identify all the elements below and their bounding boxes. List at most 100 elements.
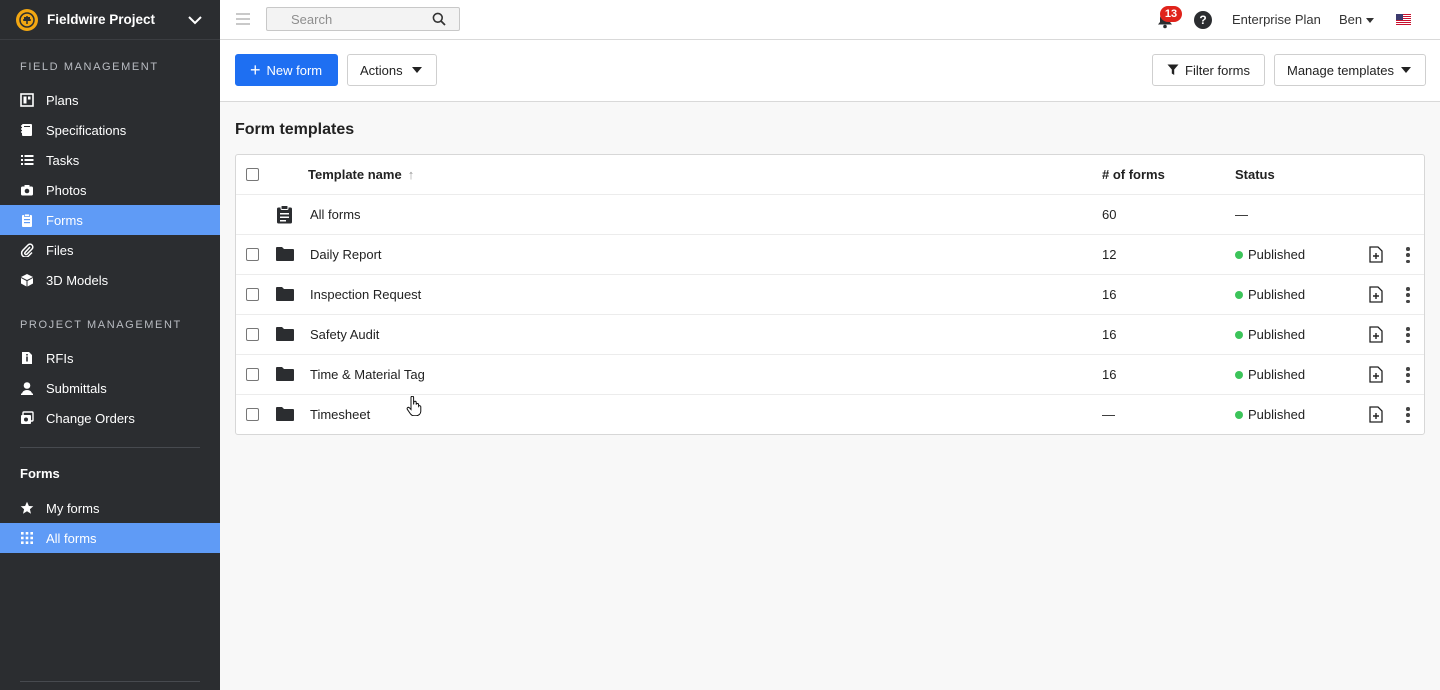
select-all-checkbox[interactable] [246,168,259,181]
row-checkbox[interactable] [246,328,259,341]
row-checkbox[interactable] [246,408,259,421]
grid-icon [20,531,34,545]
add-form-icon[interactable] [1369,366,1383,383]
star-icon [20,501,34,515]
field-management-title: FIELD MANAGEMENT [20,61,159,73]
table-row[interactable]: Inspection Request 16 Published [236,275,1424,315]
published-dot [1235,250,1243,259]
sidebar-item-files[interactable]: Files [0,235,220,265]
status-text: — [1235,207,1248,222]
add-form-icon[interactable] [1369,286,1383,303]
search-box [266,7,460,31]
sidebar-item-my-forms[interactable]: My forms [0,493,220,523]
status-badge: Published [1235,407,1305,422]
plan-label[interactable]: Enterprise Plan [1232,12,1321,27]
row-checkbox[interactable] [246,248,259,261]
add-form-icon[interactable] [1369,246,1383,263]
camera-icon [20,183,34,197]
sidebar-item-label: Tasks [46,152,80,168]
table-row[interactable]: Daily Report 12 Published [236,235,1424,275]
sidebar-item-plans[interactable]: Plans [0,85,220,115]
folder-icon [276,247,294,261]
table-row[interactable]: Time & Material Tag 16 Published [236,355,1424,395]
template-name: Daily Report [310,247,382,262]
search-input[interactable] [267,8,417,30]
menu-icon[interactable] [236,13,250,25]
fieldwire-logo-icon [16,8,38,31]
template-name: Timesheet [310,407,371,422]
template-name: Safety Audit [310,327,380,342]
chevron-down-icon[interactable] [186,11,204,29]
more-options-icon[interactable] [1404,367,1412,383]
hand-cursor-icon [406,396,422,416]
form-count: 60 [1102,207,1117,222]
sidebar-item-label: Files [46,242,74,258]
user-menu[interactable]: Ben [1339,12,1375,27]
forms-heading: Forms [20,466,60,481]
sidebar-item-submittals[interactable]: Submittals [0,373,220,403]
cube-icon [20,273,34,287]
actions-label: Actions [360,62,403,78]
more-options-icon[interactable] [1404,407,1412,423]
column-header-count[interactable]: # of forms [1102,167,1165,182]
manage-templates-button[interactable]: Manage templates [1274,54,1426,86]
sidebar-item-label: All forms [46,530,97,546]
add-form-icon[interactable] [1369,406,1383,423]
status-badge: Published [1235,327,1305,342]
us-flag-icon[interactable] [1396,14,1411,25]
plus-icon: + [250,60,261,80]
filter-icon [1167,64,1179,75]
row-checkbox[interactable] [246,368,259,381]
form-count: 16 [1102,287,1117,302]
table-row-all-forms[interactable]: All forms 60 — [236,195,1424,235]
search-icon[interactable] [432,12,446,26]
template-name: All forms [310,207,361,222]
add-form-icon[interactable] [1369,326,1383,343]
column-header-status[interactable]: Status [1235,167,1275,182]
project-switcher[interactable]: Fieldwire Project [0,0,220,40]
sidebar-item-label: 3D Models [46,272,109,288]
sidebar-item-change-orders[interactable]: Change Orders [0,403,220,433]
sort-ascending-icon[interactable]: ↑ [408,167,415,182]
user-name: Ben [1339,12,1363,27]
templates-table: Template name ↑ # of forms Status All for… [235,154,1425,435]
specifications-icon [20,123,34,137]
sidebar-item-label: Submittals [46,380,107,396]
more-options-icon[interactable] [1404,287,1412,303]
help-icon[interactable]: ? [1194,11,1212,29]
project-management-title: PROJECT MANAGEMENT [20,319,182,331]
sidebar-item-label: Change Orders [46,410,135,426]
actions-button[interactable]: Actions [347,54,437,86]
sidebar-item-rfis[interactable]: RFIs [0,343,220,373]
folder-icon [276,367,294,381]
caret-down-icon [1366,18,1375,24]
sidebar-item-all-forms[interactable]: All forms [0,523,220,553]
sidebar-item-3d-models[interactable]: 3D Models [0,265,220,295]
template-name: Inspection Request [310,287,422,302]
new-form-button[interactable]: + New form [235,54,338,86]
tasks-icon [20,153,34,167]
clipboard-icon [277,205,292,224]
folder-icon [276,327,294,341]
column-header-name[interactable]: Template name ↑ [308,167,414,182]
row-checkbox[interactable] [246,288,259,301]
sidebar-item-specifications[interactable]: Specifications [0,115,220,145]
more-options-icon[interactable] [1404,247,1412,263]
sidebar-item-label: RFIs [46,350,74,366]
table-row[interactable]: Safety Audit 16 Published [236,315,1424,355]
sidebar-bottom-divider [20,681,200,682]
sidebar-item-forms[interactable]: Forms [0,205,220,235]
status-badge: Published [1235,287,1305,302]
more-options-icon[interactable] [1404,327,1412,343]
plans-icon [20,93,34,107]
sidebar-item-label: Specifications [46,122,127,138]
sidebar: Fieldwire Project FIELD MANAGEMENT Plans… [0,0,220,690]
sidebar-item-tasks[interactable]: Tasks [0,145,220,175]
filter-forms-button[interactable]: Filter forms [1152,54,1265,86]
table-header: Template name ↑ # of forms Status [236,155,1424,195]
filter-forms-label: Filter forms [1185,62,1250,78]
clipboard-icon [20,213,34,227]
paperclip-icon [20,243,34,257]
status-badge: Published [1235,247,1305,262]
sidebar-item-photos[interactable]: Photos [0,175,220,205]
